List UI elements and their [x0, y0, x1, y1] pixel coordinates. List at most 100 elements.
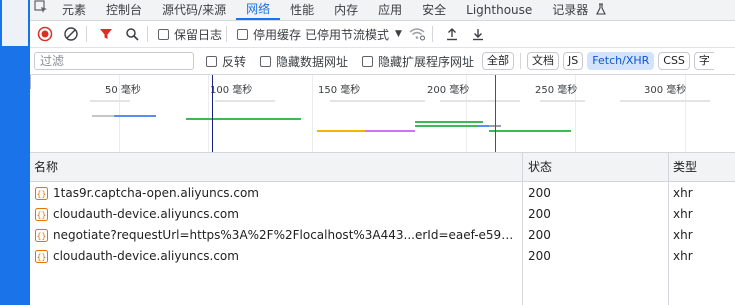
- toolbar-divider: [226, 26, 228, 42]
- waterfall-bar-green: [489, 130, 571, 132]
- tab-recorder[interactable]: 记录器: [542, 0, 617, 20]
- toolbar-divider: [86, 26, 87, 42]
- preserve-log-label: 保留日志: [174, 27, 223, 42]
- hide-data-urls-checkbox[interactable]: 隐藏数据网址: [260, 53, 348, 70]
- request-name: negotiate?requestUrl=https%3A%2F%2Flocal…: [53, 228, 518, 242]
- record-icon: [37, 26, 53, 42]
- table-row[interactable]: {} negotiate?requestUrl=https%3A%2F%2Flo…: [30, 225, 735, 246]
- waterfall-bar-blue: [114, 115, 156, 117]
- xhr-request-icon: {}: [35, 250, 48, 263]
- request-type: xhr: [673, 228, 693, 242]
- filter-type-fetch-xhr[interactable]: Fetch/XHR: [587, 52, 655, 70]
- table-row[interactable]: {} cloudauth-device.aliyuncs.com 200 xhr: [30, 204, 735, 225]
- xhr-request-icon: {}: [35, 229, 48, 242]
- request-status: 200: [528, 207, 551, 221]
- filter-type-all[interactable]: 全部: [482, 52, 515, 70]
- column-header-type[interactable]: 类型: [673, 153, 697, 181]
- tab-security[interactable]: 安全: [412, 0, 456, 20]
- column-header-status[interactable]: 状态: [528, 153, 552, 181]
- waterfall-bar-green: [415, 121, 483, 123]
- tab-application[interactable]: 应用: [368, 0, 412, 20]
- request-type: xhr: [673, 207, 693, 221]
- invert-checkbox[interactable]: 反转: [206, 53, 246, 70]
- svg-text:{}: {}: [37, 211, 47, 220]
- search-icon: [126, 28, 139, 41]
- inspect-element-icon[interactable]: [30, 0, 52, 20]
- preserve-log-checkbox[interactable]: 保留日志: [158, 26, 222, 43]
- request-status: 200: [528, 186, 551, 200]
- overview-waterfall: [90, 75, 710, 152]
- svg-text:{}: {}: [37, 253, 47, 262]
- requests-table-header: 名称 状态 类型: [30, 153, 735, 182]
- faint-bar: [620, 100, 710, 102]
- checkbox-box: [260, 55, 272, 67]
- toolbar-divider: [431, 26, 433, 42]
- toolbar-divider: [147, 26, 148, 42]
- search-button[interactable]: [121, 23, 143, 45]
- page-content-peek: [2, 0, 28, 46]
- filter-input[interactable]: [34, 52, 194, 70]
- filter-bar: 反转 隐藏数据网址 隐藏扩展程序网址 全部 文档 JS Fetch/XHR CS…: [30, 48, 735, 75]
- waterfall-bar-blue: [477, 125, 489, 127]
- svg-text:{}: {}: [37, 232, 47, 241]
- filter-type-js[interactable]: JS: [563, 52, 584, 70]
- stop-recording-button[interactable]: [34, 23, 56, 45]
- network-conditions-button[interactable]: [406, 23, 428, 45]
- load-event-marker: [495, 75, 496, 152]
- upload-icon: [446, 28, 457, 41]
- filter-type-doc[interactable]: 文档: [527, 52, 560, 70]
- filter-toggle-button[interactable]: [95, 23, 117, 45]
- xhr-request-icon: {}: [35, 208, 48, 221]
- waterfall-bar-green: [186, 118, 301, 120]
- clear-icon: [64, 27, 78, 41]
- waterfall-bar-green: [415, 125, 485, 127]
- hide-extension-urls-checkbox[interactable]: 隐藏扩展程序网址: [362, 53, 474, 70]
- column-header-name[interactable]: 名称: [34, 153, 58, 181]
- request-status: 200: [528, 228, 551, 242]
- devtools-panel: 元素 控制台 源代码/来源 网络 性能 内存 应用 安全 Lighthouse …: [30, 0, 735, 305]
- disable-cache-label: 停用缓存: [253, 27, 302, 42]
- filter-divider: [520, 53, 522, 69]
- throttling-dropdown[interactable]: 已停用节流模式 ▼: [305, 26, 402, 43]
- chevron-down-icon: ▼: [395, 29, 402, 39]
- waterfall-bar-purple: [365, 130, 415, 132]
- hide-extension-urls-label: 隐藏扩展程序网址: [378, 54, 475, 69]
- download-icon: [472, 29, 483, 41]
- timeline-overview[interactable]: 50 毫秒 100 毫秒 150 毫秒 200 毫秒 250 毫秒 300 毫秒: [30, 75, 735, 153]
- table-row[interactable]: {} cloudauth-device.aliyuncs.com 200 xhr: [30, 246, 735, 267]
- faint-bar: [440, 100, 520, 102]
- tab-console[interactable]: 控制台: [96, 0, 152, 20]
- dom-content-loaded-marker: [212, 75, 213, 152]
- table-row[interactable]: {} 1tas9r.captcha-open.aliyuncs.com 200 …: [30, 183, 735, 204]
- import-har-button[interactable]: [441, 23, 463, 45]
- overview-faint-bars: [90, 100, 710, 102]
- hide-data-urls-label: 隐藏数据网址: [276, 54, 349, 69]
- checkbox-box: [237, 28, 249, 40]
- tab-performance[interactable]: 性能: [280, 0, 324, 20]
- tab-lighthouse[interactable]: Lighthouse: [456, 0, 542, 20]
- filter-type-font[interactable]: 字: [693, 52, 714, 70]
- checkbox-box: [158, 28, 169, 40]
- request-type: xhr: [673, 249, 693, 263]
- svg-text:{}: {}: [37, 190, 47, 199]
- request-name: cloudauth-device.aliyuncs.com: [53, 207, 239, 221]
- checkbox-box: [362, 55, 374, 67]
- disable-cache-checkbox[interactable]: 停用缓存: [237, 26, 301, 43]
- tab-sources[interactable]: 源代码/来源: [152, 0, 236, 20]
- tab-elements[interactable]: 元素: [52, 0, 96, 20]
- tab-memory[interactable]: 内存: [324, 0, 368, 20]
- request-type: xhr: [673, 186, 693, 200]
- faint-bar: [540, 100, 585, 102]
- flask-icon: [596, 3, 607, 15]
- waterfall-bar-grey: [92, 115, 114, 117]
- export-har-button[interactable]: [467, 23, 489, 45]
- filter-type-css[interactable]: CSS: [658, 52, 690, 70]
- waterfall-bar-orange: [317, 130, 365, 132]
- tab-network[interactable]: 网络: [236, 0, 281, 20]
- xhr-request-icon: {}: [35, 187, 48, 200]
- page-edge-strip: [0, 0, 30, 305]
- wifi-settings-icon: [409, 28, 425, 41]
- checkbox-box: [206, 55, 217, 67]
- clear-button[interactable]: [60, 23, 82, 45]
- invert-label: 反转: [222, 54, 247, 69]
